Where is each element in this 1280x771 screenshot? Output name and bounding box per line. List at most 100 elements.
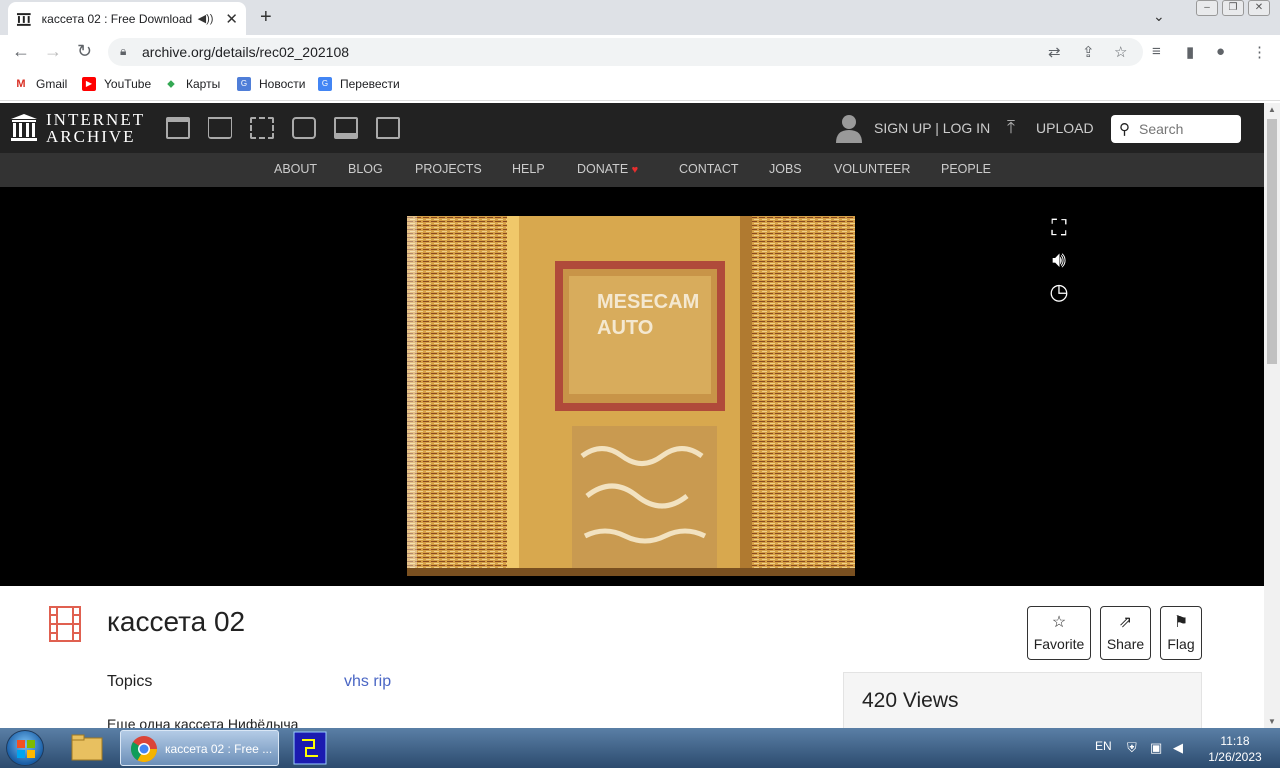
item-title: кассета 02 [107,606,246,637]
bookmark-star-icon[interactable]: ☆ [1114,43,1127,61]
browser-toolbar: ← → ↻ 🔒︎ archive.org/details/rec02_20210… [0,35,1280,69]
archive-building-icon [11,114,37,141]
favorite-button[interactable]: ☆ Favorite [1027,606,1091,660]
taskbar-explorer[interactable] [60,730,114,766]
scroll-up-arrow-icon[interactable]: ▲ [1268,105,1276,114]
chrome-icon [130,736,158,763]
video-film-icon[interactable] [250,117,274,139]
audio-speaker-icon[interactable] [292,117,316,139]
speaker-icon[interactable]: ◀︎ [1173,740,1183,756]
clock-icon[interactable]: ◷ [1047,279,1071,305]
ia-logo[interactable]: INTERNET ARCHIVE [10,111,145,145]
images-icon[interactable] [376,117,400,139]
web-archive-icon[interactable] [166,117,190,139]
ia-top-bar: INTERNET ARCHIVE SIGN UP | LOG IN ⤒ UPLO… [0,103,1264,153]
translate-icon[interactable]: ⇄ [1048,43,1061,61]
item-description: Еще одна кассета Нифёдыча [107,716,299,728]
software-disk-icon[interactable] [334,117,358,139]
bookmarks-bar: M Gmail ▶ YouTube ⬥ Карты G Новости G Пе… [0,69,1280,101]
fullscreen-icon[interactable]: ⛶ [1047,215,1071,241]
side-panel-icon[interactable]: ▮ [1186,43,1194,61]
windows-taskbar: кассета 02 : Free ... EN ⛨ ▣ ◀︎ 11:18 1/… [0,728,1280,768]
browser-tab[interactable]: кассета 02 : Free Download, B ◀︎)) ✕ [8,2,246,35]
nav-people[interactable]: PEOPLE [941,162,991,176]
language-indicator[interactable]: EN [1095,739,1112,753]
views-panel: 420 Views [843,672,1202,728]
frame-text-line-1: MESECAM [597,291,699,313]
windows-logo-icon [17,740,35,758]
forward-arrow-icon[interactable]: → [44,41,62,62]
circuit-app-icon [293,731,327,765]
video-player[interactable]: MESECAM AUTO ⛶ 🔊︎ ◷ [0,187,1264,586]
clock-date: 1/26/2023 [1208,750,1262,764]
share-page-icon[interactable]: ⇪ [1082,43,1095,61]
nav-blog[interactable]: BLOG [348,162,383,176]
reload-icon[interactable]: ↻ [77,41,92,62]
nav-projects[interactable]: PROJECTS [415,162,482,176]
nav-volunteer[interactable]: VOLUNTEER [834,162,910,176]
minimize-button[interactable]: – [1196,0,1218,16]
topic-link-vhs-rip[interactable]: vhs rip [344,673,391,691]
heart-icon: ♥ [631,164,639,176]
clock-time: 11:18 [1220,734,1250,748]
lock-icon[interactable]: 🔒︎ [120,44,126,59]
close-tab-icon[interactable]: ✕ [225,10,238,28]
youtube-icon: ▶ [82,77,96,91]
signup-login-link[interactable]: SIGN UP | LOG IN [874,120,990,136]
upload-link[interactable]: UPLOAD [1036,120,1094,136]
page-scrollbar[interactable]: ▲ ▼ [1264,103,1280,728]
profile-avatar-icon[interactable]: ● [1216,43,1225,60]
nav-about[interactable]: ABOUT [274,162,317,176]
bookmark-news[interactable]: G Новости [237,77,305,91]
close-window-button[interactable]: ✕ [1248,0,1270,16]
security-shield-icon[interactable]: ⛨ [1127,740,1137,756]
texts-book-icon[interactable] [208,117,232,139]
bookmark-youtube[interactable]: ▶ YouTube [82,77,151,91]
folder-icon [71,734,103,761]
upload-arrow-icon[interactable]: ⤒ [1007,117,1015,138]
share-icon: ⇗ [1118,614,1133,631]
bookmark-gmail[interactable]: M Gmail [14,77,67,91]
ia-nav-bar: ABOUT BLOG PROJECTS HELP DONATE ♥ CONTAC… [0,153,1264,187]
bookmark-maps[interactable]: ⬥ Карты [164,77,220,91]
user-avatar-icon[interactable] [835,113,863,143]
browser-tab-strip: кассета 02 : Free Download, B ◀︎)) ✕ + ⌄… [0,0,1280,35]
views-count: 420 Views [862,689,959,712]
maps-pin-icon: ⬥ [167,78,175,90]
volume-icon[interactable]: 🔊︎ [1047,247,1071,273]
new-tab-button[interactable]: + [260,6,272,29]
star-icon: ☆ [1051,614,1067,631]
frame-text-line-2: AUTO [597,317,653,339]
search-icon: ⚲ [1119,121,1130,138]
news-icon: G [237,77,251,91]
audio-playing-icon[interactable]: ◀︎)) [198,12,214,25]
network-icon[interactable]: ▣ [1150,740,1162,756]
flag-button[interactable]: ⚑ Flag [1160,606,1202,660]
start-button[interactable] [6,730,44,766]
logo-line-1: INTERNET [46,110,146,129]
logo-line-2: ARCHIVE [46,127,136,146]
address-bar[interactable]: 🔒︎ archive.org/details/rec02_202108 ⇄ ⇪ … [108,38,1143,66]
restore-button[interactable]: ❐ [1222,0,1244,16]
share-button[interactable]: ⇗ Share [1100,606,1151,660]
system-clock[interactable]: 11:18 1/26/2023 [1198,733,1272,765]
bookmark-translate[interactable]: G Перевести [318,77,400,91]
scroll-down-arrow-icon[interactable]: ▼ [1268,717,1276,726]
media-control-icon[interactable]: ≡ [1152,43,1161,60]
flag-icon: ⚑ [1173,614,1189,631]
ia-search-box[interactable]: ⚲ [1111,115,1241,143]
video-frame[interactable]: MESECAM AUTO [407,216,855,576]
movies-film-icon [49,606,81,642]
scrollbar-thumb[interactable] [1267,119,1277,364]
nav-help[interactable]: HELP [512,162,545,176]
nav-jobs[interactable]: JOBS [769,162,802,176]
taskbar-chrome[interactable]: кассета 02 : Free ... [120,730,279,766]
tab-search-chevron-icon[interactable]: ⌄ [1153,8,1165,25]
search-input[interactable] [1139,119,1235,139]
back-arrow-icon[interactable]: ← [12,41,30,62]
taskbar-app[interactable] [284,730,338,766]
archive-favicon-icon [16,12,31,26]
nav-contact[interactable]: CONTACT [679,162,739,176]
nav-donate[interactable]: DONATE ♥ [577,162,638,176]
chrome-menu-icon[interactable]: ⋮ [1252,43,1267,61]
